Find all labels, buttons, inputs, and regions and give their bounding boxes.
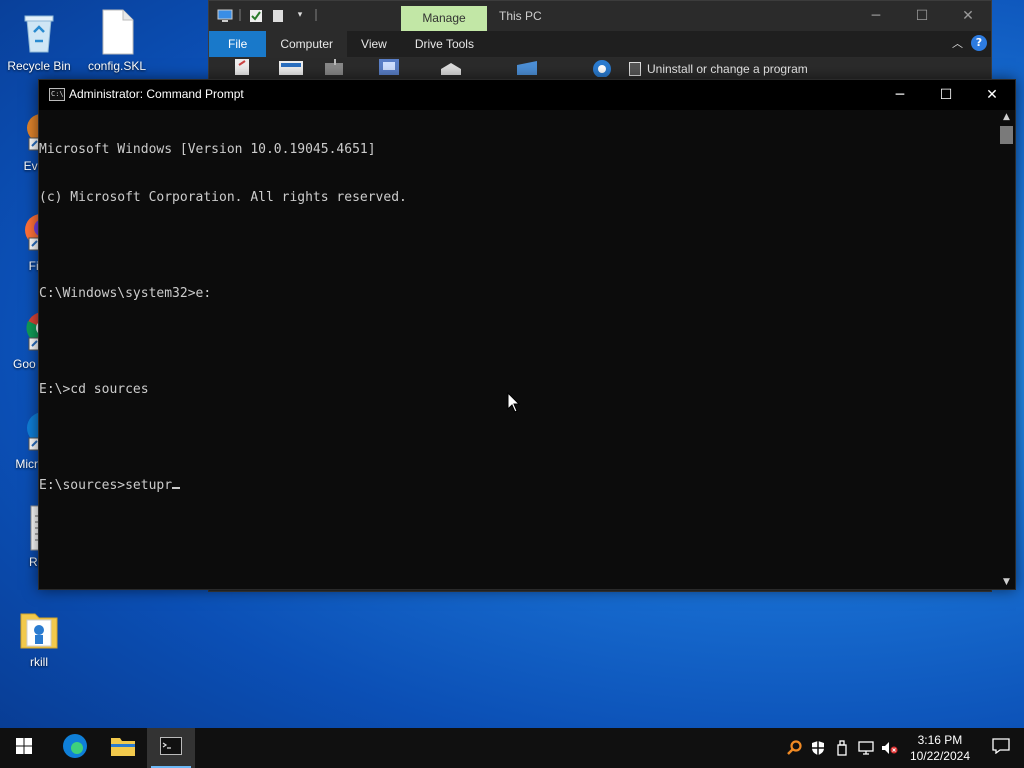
file-explorer-icon [110, 735, 136, 761]
scroll-down-arrow-icon[interactable]: ▼ [998, 575, 1015, 589]
separator-icon [239, 9, 241, 21]
edge-icon [62, 733, 88, 763]
windows-start-icon [16, 738, 32, 758]
console-line: (c) Microsoft Corporation. All rights re… [39, 190, 407, 205]
properties-ribbon-icon[interactable] [231, 57, 259, 75]
clock[interactable]: 3:16 PM 10/22/2024 [902, 732, 978, 764]
rename-ribbon-icon[interactable] [321, 57, 349, 75]
desktop-icon-label: Recycle Bin [7, 59, 71, 73]
tab-computer[interactable]: Computer [266, 31, 348, 57]
close-button[interactable]: ✕ [969, 80, 1015, 110]
gear-icon[interactable] [587, 57, 615, 78]
window-controls: ─ ☐ ✕ [853, 1, 991, 31]
cmd-window-title: Administrator: Command Prompt [69, 87, 244, 101]
explorer-titlebar[interactable]: ▾ Manage This PC ─ ☐ ✕ [209, 1, 991, 31]
recycle-bin-icon [15, 8, 63, 56]
tab-drive-tools[interactable]: Drive Tools [401, 31, 488, 57]
uninstall-icon [629, 62, 641, 76]
file-icon [93, 8, 141, 56]
separator-icon [315, 9, 317, 21]
volume-muted-icon[interactable] [878, 728, 902, 768]
mouse-pointer-icon [507, 391, 521, 414]
network-icon[interactable] [854, 728, 878, 768]
scroll-up-arrow-icon[interactable]: ▲ [998, 110, 1015, 124]
cmd-icon [160, 737, 182, 759]
close-button[interactable]: ✕ [945, 1, 991, 31]
window-controls: ─ ☐ ✕ [877, 80, 1015, 110]
vertical-scrollbar[interactable]: ▲ ▼ [998, 110, 1015, 589]
chevron-down-icon[interactable]: ▾ [293, 8, 307, 22]
ribbon-right-controls: ︿ ? [952, 35, 987, 51]
tab-view[interactable]: View [347, 31, 401, 57]
tab-manage[interactable]: Manage [401, 6, 487, 31]
desktop-icon-rkill-folder[interactable]: rkill [1, 604, 77, 669]
text-cursor [172, 487, 181, 489]
folder-icon [15, 604, 63, 652]
uninstall-label: Uninstall or change a program [647, 62, 808, 76]
ribbon-tab-bar: File Computer View Drive Tools ︿ ? [209, 31, 991, 57]
map-drive-ribbon-icon[interactable] [437, 57, 465, 75]
console-input-line[interactable]: E:\sources>setupr [39, 478, 998, 494]
cmd-titlebar[interactable]: C:\ Administrator: Command Prompt ─ ☐ ✕ [39, 80, 1015, 110]
shield-icon[interactable] [806, 728, 830, 768]
scrollbar-thumb[interactable] [1000, 126, 1013, 144]
desktop-icon-label: config.SKL [87, 59, 147, 73]
add-location-ribbon-icon[interactable] [513, 57, 541, 75]
new-folder-icon[interactable] [271, 8, 285, 22]
taskbar-cmd-button[interactable] [147, 728, 195, 768]
console-line: Microsoft Windows [Version 10.0.19045.46… [39, 142, 376, 157]
taskbar-file-explorer-button[interactable] [99, 728, 147, 768]
notification-icon [992, 738, 1010, 758]
cmd-icon: C:\ [49, 88, 65, 101]
console-output[interactable]: Microsoft Windows [Version 10.0.19045.46… [39, 110, 998, 589]
taskbar-edge-button[interactable] [51, 728, 99, 768]
chevron-up-icon[interactable]: ︿ [952, 35, 963, 51]
window-caption: This PC [499, 9, 542, 23]
maximize-button[interactable]: ☐ [899, 1, 945, 31]
desktop-icon-config-skl[interactable]: config.SKL [79, 8, 155, 73]
console-current-command[interactable]: E:\sources>setupr [39, 478, 172, 493]
notification-center-button[interactable] [978, 728, 1024, 768]
ribbon: Uninstall or change a program [209, 57, 991, 81]
start-button[interactable] [0, 728, 48, 768]
clock-time: 3:16 PM [917, 733, 963, 747]
open-ribbon-icon[interactable] [277, 57, 305, 75]
console-line: C:\Windows\system32>e: [39, 286, 212, 301]
maximize-button[interactable]: ☐ [923, 80, 969, 110]
command-prompt-window[interactable]: C:\ Administrator: Command Prompt ─ ☐ ✕ … [38, 79, 1016, 590]
access-media-ribbon-icon[interactable] [375, 57, 403, 75]
system-tray: 3:16 PM 10/22/2024 [782, 728, 1024, 768]
tab-file[interactable]: File [209, 31, 267, 57]
taskbar: 3:16 PM 10/22/2024 [0, 728, 1024, 768]
minimize-button[interactable]: ─ [877, 80, 923, 110]
usb-icon[interactable] [830, 728, 854, 768]
properties-icon[interactable] [249, 8, 263, 22]
this-pc-icon[interactable] [217, 8, 233, 22]
desktop-icon-recycle-bin[interactable]: Recycle Bin [1, 8, 77, 73]
uninstall-program-button[interactable]: Uninstall or change a program [629, 62, 808, 76]
quick-access-toolbar: ▾ [217, 8, 317, 22]
desktop-icon-label: rkill [30, 655, 48, 669]
minimize-button[interactable]: ─ [853, 1, 899, 31]
search-tray-icon[interactable] [782, 728, 806, 768]
help-icon[interactable]: ? [971, 35, 987, 51]
clock-date: 10/22/2024 [909, 749, 970, 763]
